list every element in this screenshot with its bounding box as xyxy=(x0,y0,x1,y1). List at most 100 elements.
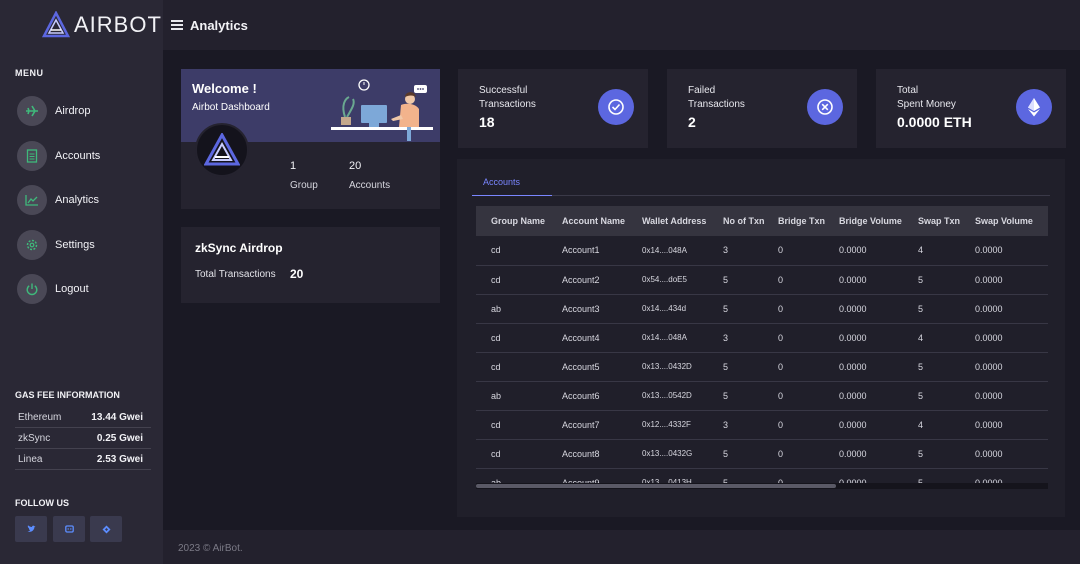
table-cell: 3 xyxy=(708,410,763,440)
column-header: Account Name xyxy=(547,206,627,236)
accounts-table: Group Name Account Name Wallet Address No o… xyxy=(476,206,1048,489)
table-cell: cd xyxy=(476,352,547,382)
gas-value: 0.25 Gwei xyxy=(96,432,143,444)
twitter-icon xyxy=(27,525,35,532)
sidebar-item-logout[interactable]: Logout xyxy=(17,273,89,305)
discord-button[interactable] xyxy=(53,516,85,542)
table-cell: 0.0000 xyxy=(960,323,1048,353)
metric-label: Successful Transactions xyxy=(479,84,536,112)
scrollbar-thumb[interactable] xyxy=(476,484,836,488)
table-cell: 0x14....048A xyxy=(627,323,708,353)
follow-us-heading: FOLLOW US xyxy=(15,498,69,508)
metric-label: Total Spent Money xyxy=(897,84,956,112)
footer: 2023 © AirBot. xyxy=(163,530,1080,564)
table-cell: 0.0000 xyxy=(960,352,1048,382)
table-cell: 5 xyxy=(903,352,960,382)
sidebar-item-settings[interactable]: Settings xyxy=(17,229,95,261)
table-row[interactable]: cd Account7 0x12....4332F 3 0 0.0000 4 0.0000 xyxy=(476,410,1048,440)
table-cell: 0.0000 xyxy=(824,323,903,353)
table-row[interactable]: ab Account3 0x14....434d 5 0 0.0000 5 0.0000 xyxy=(476,294,1048,324)
sidebar-item-analytics[interactable]: Analytics xyxy=(17,184,99,216)
discord-icon xyxy=(64,525,74,533)
sidebar-item-label: Accounts xyxy=(55,150,101,162)
gas-row-ethereum: Ethereum 13.44 Gwei xyxy=(15,407,151,428)
sidebar-item-airdrop[interactable]: Airdrop xyxy=(17,95,90,127)
table-cell: 0 xyxy=(763,265,824,295)
gas-name: Ethereum xyxy=(18,411,62,423)
table-cell: 0x54....doE5 xyxy=(627,265,708,295)
person-at-desk-illustration xyxy=(331,79,433,141)
table-cell: 0x14....048A xyxy=(627,236,708,266)
metric-value: 2 xyxy=(688,114,696,130)
table-cell: 0x13....0542D xyxy=(627,381,708,411)
table-cell: Account6 xyxy=(547,381,627,411)
group-label: Group xyxy=(290,180,318,191)
table-cell: 0.0000 xyxy=(960,381,1048,411)
accounts-table-card: Accounts Group Name Account Name Wallet Ad… xyxy=(457,159,1065,517)
column-header: No of Txn xyxy=(708,206,765,236)
table-scroll-area: Group Name Account Name Wallet Address No o… xyxy=(476,206,1048,489)
table-cell: 4 xyxy=(903,323,960,353)
website-button[interactable] xyxy=(90,516,122,542)
metric-value: 0.0000 ETH xyxy=(897,114,972,130)
table-cell: 0x13....0432D xyxy=(627,352,708,382)
table-cell: cd xyxy=(476,265,547,295)
power-icon xyxy=(17,274,47,304)
airbot-logo-icon xyxy=(42,11,70,38)
total-spent-card: Total Spent Money 0.0000 ETH xyxy=(876,69,1066,148)
gas-value: 13.44 Gwei xyxy=(91,411,143,423)
table-cell: 0 xyxy=(763,294,824,324)
menu-toggle-icon[interactable] xyxy=(171,20,183,30)
table-row[interactable]: cd Account2 0x54....doE5 5 0 0.0000 5 0.0000 xyxy=(476,265,1048,295)
brand-logo[interactable]: AIRBOT xyxy=(42,8,162,42)
total-transactions-value: 20 xyxy=(290,267,304,281)
column-header: Wallet Address xyxy=(627,206,708,236)
table-row[interactable]: ab Account6 0x13....0542D 5 0 0.0000 5 0.0000 xyxy=(476,381,1048,411)
top-bar: Analytics xyxy=(163,0,1080,50)
failed-transactions-card: Failed Transactions 2 xyxy=(667,69,857,148)
table-cell: cd xyxy=(476,439,547,469)
brand-name: AIRBOT xyxy=(74,12,162,37)
tab-divider xyxy=(552,195,1050,196)
sidebar-item-accounts[interactable]: Accounts xyxy=(17,140,100,172)
table-cell: Account7 xyxy=(547,410,627,440)
copyright-text: 2023 © AirBot. xyxy=(178,543,243,554)
table-cell: 0 xyxy=(763,439,824,469)
sidebar-item-label: Logout xyxy=(55,283,89,295)
table-cell: 0.0000 xyxy=(824,265,903,295)
accounts-count: 20 xyxy=(349,160,362,172)
table-cell: 0x14....434d xyxy=(627,294,708,324)
table-cell: 0x12....4332F xyxy=(627,410,708,440)
total-transactions-label: Total Transactions xyxy=(195,269,276,280)
table-cell: 0 xyxy=(763,323,824,353)
table-cell: Account3 xyxy=(547,294,627,324)
gas-row-linea: Linea 2.53 Gwei xyxy=(15,449,151,470)
table-cell: 0.0000 xyxy=(824,410,903,440)
welcome-title: Welcome ! xyxy=(192,81,257,96)
metric-label-line1: Failed xyxy=(688,85,716,96)
table-cell: 0 xyxy=(763,352,824,382)
table-cell: 0.0000 xyxy=(960,265,1048,295)
table-row[interactable]: cd Account8 0x13....0432G 5 0 0.0000 5 0.0000 xyxy=(476,439,1048,469)
table-row[interactable]: cd Account5 0x13....0432D 5 0 0.0000 5 0.0000 xyxy=(476,352,1048,382)
x-circle-icon xyxy=(807,89,843,125)
gas-name: zkSync xyxy=(18,432,51,444)
horizontal-scrollbar[interactable] xyxy=(476,483,1048,489)
table-cell: 0 xyxy=(763,236,824,266)
table-cell: cd xyxy=(476,236,547,266)
column-header: Swap Volume xyxy=(960,206,1048,236)
twitter-button[interactable] xyxy=(15,516,47,542)
tab-accounts[interactable]: Accounts xyxy=(472,177,531,196)
group-count: 1 xyxy=(290,160,297,172)
table-cell: 5 xyxy=(708,439,763,469)
active-tab-indicator xyxy=(472,195,552,196)
table-cell: 0.0000 xyxy=(960,294,1048,324)
metric-label-line1: Total xyxy=(897,85,919,96)
airbot-logo-icon xyxy=(204,133,240,166)
table-cell: Account1 xyxy=(547,236,627,266)
table-row[interactable]: cd Account4 0x14....048A 3 0 0.0000 4 0.0000 xyxy=(476,323,1048,353)
sidebar-item-label: Analytics xyxy=(55,194,100,206)
table-cell: Account4 xyxy=(547,323,627,353)
table-row[interactable]: cd Account1 0x14....048A 3 0 0.0000 4 0.0000 xyxy=(476,236,1048,266)
metric-value: 18 xyxy=(479,114,495,130)
